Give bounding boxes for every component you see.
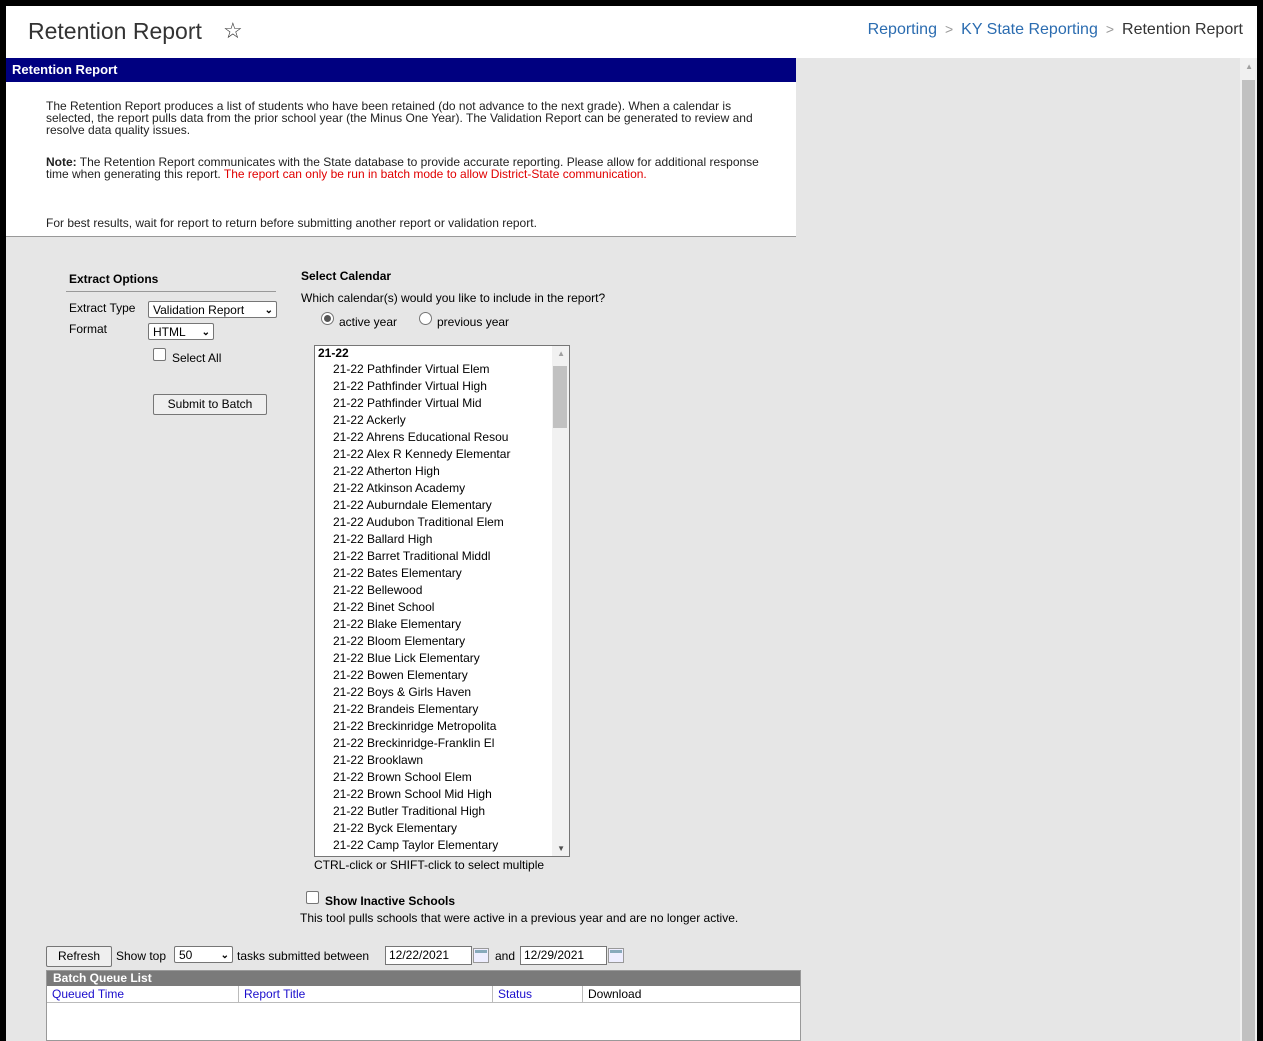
calendar-option[interactable]: 21-22 Breckinridge-Franklin El	[315, 735, 569, 752]
refresh-button[interactable]: Refresh	[46, 946, 112, 967]
calendar-icon[interactable]	[473, 948, 489, 963]
select-all-checkbox[interactable]	[153, 348, 166, 361]
page-scrollbar[interactable]: ▲	[1240, 58, 1257, 1041]
active-year-label: active year	[339, 315, 398, 329]
report-note: Note: The Retention Report communicates …	[46, 156, 766, 180]
column-report-title[interactable]: Report Title	[239, 986, 493, 1002]
calendar-option[interactable]: 21-22 Breckinridge Metropolita	[315, 718, 569, 735]
multi-select-hint: CTRL-click or SHIFT-click to select mult…	[314, 858, 545, 872]
extract-type-value: Validation Report	[153, 303, 245, 317]
chevron-right-icon: >	[944, 21, 954, 37]
note-warning: The report can only be run in batch mode…	[223, 167, 647, 181]
divider	[66, 291, 276, 292]
page-scrollbar-thumb[interactable]	[1242, 80, 1255, 1041]
column-download: Download	[588, 987, 642, 1001]
app-window: Retention Report ☆ Reporting > KY State Re…	[6, 6, 1257, 1041]
select-calendar-heading: Select Calendar	[301, 269, 392, 283]
submit-to-batch-button[interactable]: Submit to Batch	[153, 394, 267, 415]
show-inactive-description: This tool pulls schools that were active…	[300, 911, 739, 925]
calendar-option[interactable]: 21-22 Pathfinder Virtual High	[315, 378, 569, 395]
calendar-option[interactable]: 21-22 Butler Traditional High	[315, 803, 569, 820]
calendar-option[interactable]: 21-22 Blake Elementary	[315, 616, 569, 633]
calendar-option[interactable]: 21-22 Barret Traditional Middl	[315, 548, 569, 565]
calendar-option[interactable]: 21-22 Brandeis Elementary	[315, 701, 569, 718]
calendar-option[interactable]: 21-22 Binet School	[315, 599, 569, 616]
calendar-option[interactable]: 21-22 Pathfinder Virtual Mid	[315, 395, 569, 412]
extract-options-heading: Extract Options	[69, 272, 159, 286]
calendar-option[interactable]: 21-22 Bloom Elementary	[315, 633, 569, 650]
calendar-option[interactable]: 21-22 Atherton High	[315, 463, 569, 480]
page-title: Retention Report	[28, 18, 202, 44]
show-inactive-checkbox[interactable]	[306, 891, 319, 904]
calendar-option[interactable]: 21-22 Alex R Kennedy Elementar	[315, 446, 569, 463]
end-date-input[interactable]: 12/29/2021	[520, 946, 607, 965]
scroll-down-icon[interactable]: ▼	[557, 844, 565, 853]
report-intro: The Retention Report produces a list of …	[46, 99, 753, 137]
scroll-up-icon[interactable]: ▲	[1245, 62, 1253, 71]
calendar-option[interactable]: 21-22 Pathfinder Virtual Elem	[315, 361, 569, 378]
chevron-right-icon: >	[1105, 21, 1115, 37]
calendar-group-label: 21-22	[318, 346, 349, 360]
batch-queue-header: Queued Time Report Title Status Download	[47, 986, 800, 1003]
column-status[interactable]: Status	[493, 986, 583, 1002]
calendar-option[interactable]: 21-22 Audubon Traditional Elem	[315, 514, 569, 531]
select-all-label: Select All	[172, 351, 222, 365]
calendar-option[interactable]: 21-22 Blue Lick Elementary	[315, 650, 569, 667]
chevron-down-icon: ⌄	[201, 327, 210, 338]
listbox-scrollbar-thumb[interactable]	[553, 366, 567, 428]
show-inactive-label: Show Inactive Schools	[325, 894, 456, 908]
previous-year-radio[interactable]	[419, 312, 432, 325]
calendar-option[interactable]: 21-22 Auburndale Elementary	[315, 497, 569, 514]
calendar-option[interactable]: 21-22 Atkinson Academy	[315, 480, 569, 497]
previous-year-label: previous year	[437, 315, 510, 329]
and-label: and	[495, 949, 516, 963]
column-queued-time[interactable]: Queued Time	[47, 986, 239, 1002]
calendar-items: 21-22 Pathfinder Virtual Elem 21-22 Pathf…	[315, 361, 569, 854]
extract-type-select[interactable]: Validation Report ⌄	[148, 301, 277, 318]
show-top-value: 50	[179, 948, 193, 962]
calendar-option[interactable]: 21-22 Brown School Mid High	[315, 786, 569, 803]
start-date-input[interactable]: 12/22/2021	[385, 946, 472, 965]
calendar-option[interactable]: 21-22 Bellewood	[315, 582, 569, 599]
tasks-between-label: tasks submitted between	[237, 949, 370, 963]
page-header: Retention Report ☆ Reporting > KY State Re…	[6, 6, 1257, 58]
calendar-option[interactable]: 21-22 Ackerly	[315, 412, 569, 429]
breadcrumb-ky-state-reporting[interactable]: KY State Reporting	[961, 21, 1098, 38]
breadcrumb-current: Retention Report	[1122, 21, 1243, 38]
calendar-option[interactable]: 21-22 Boys & Girls Haven	[315, 684, 569, 701]
report-description-panel: Retention Report The Retention Report pr…	[6, 58, 796, 237]
calendar-option[interactable]: 21-22 Camp Taylor Elementary	[315, 837, 569, 854]
calendar-icon[interactable]	[608, 948, 624, 963]
show-top-label: Show top	[116, 949, 167, 963]
calendar-option[interactable]: 21-22 Brooklawn	[315, 752, 569, 769]
active-year-radio[interactable]	[321, 312, 334, 325]
calendar-option[interactable]: 21-22 Ballard High	[315, 531, 569, 548]
breadcrumb: Reporting > KY State Reporting > Retention R…	[868, 21, 1243, 39]
content-area: ▲ Retention Report The Retention Report …	[6, 58, 1257, 1041]
best-results-text: For best results, wait for report to ret…	[46, 216, 537, 230]
show-top-select[interactable]: 50 ⌄	[174, 946, 233, 963]
star-icon[interactable]: ☆	[223, 18, 243, 44]
batch-queue-list: Batch Queue List Queued Time Report Titl…	[46, 970, 801, 1041]
chevron-down-icon: ⌄	[264, 305, 273, 316]
chevron-down-icon: ⌄	[220, 950, 229, 961]
calendar-option[interactable]: 21-22 Ahrens Educational Resou	[315, 429, 569, 446]
scroll-up-icon[interactable]: ▲	[557, 349, 565, 358]
calendar-question: Which calendar(s) would you like to incl…	[301, 291, 606, 305]
report-title-bar: Retention Report	[6, 58, 796, 82]
listbox-scrollbar[interactable]: ▲ ▼	[552, 346, 569, 856]
calendar-option[interactable]: 21-22 Bates Elementary	[315, 565, 569, 582]
calendar-option[interactable]: 21-22 Byck Elementary	[315, 820, 569, 837]
format-value: HTML	[153, 325, 186, 339]
calendar-option[interactable]: 21-22 Bowen Elementary	[315, 667, 569, 684]
extract-type-label: Extract Type	[69, 301, 136, 315]
breadcrumb-reporting[interactable]: Reporting	[868, 21, 937, 38]
calendar-listbox[interactable]: 21-22 21-22 Pathfinder Virtual Elem 21-22…	[314, 345, 570, 857]
format-select[interactable]: HTML ⌄	[148, 323, 214, 340]
batch-queue-title: Batch Queue List	[47, 971, 800, 986]
format-label: Format	[69, 322, 108, 336]
calendar-option[interactable]: 21-22 Brown School Elem	[315, 769, 569, 786]
